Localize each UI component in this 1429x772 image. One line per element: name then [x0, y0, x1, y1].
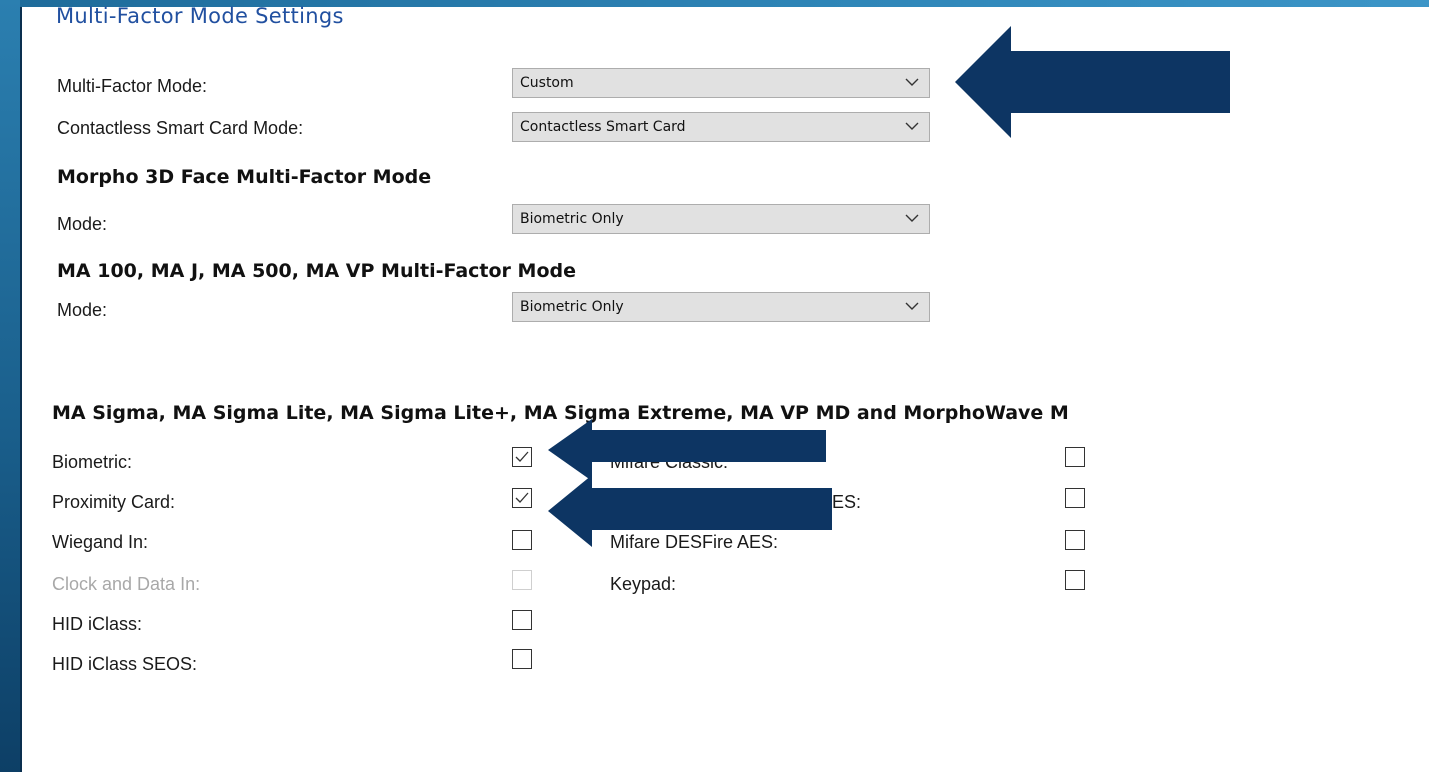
- hid-iclass-seos-checkbox[interactable]: [512, 649, 532, 669]
- hid-iclass-seos-label: HID iClass SEOS:: [52, 654, 198, 674]
- contactless-mode-select[interactable]: Contactless Smart Card: [512, 112, 930, 142]
- ma100-mode-value: Biometric Only: [520, 299, 624, 315]
- morpho3d-mode-value: Biometric Only: [520, 211, 624, 227]
- biometric-checkbox[interactable]: [512, 447, 532, 467]
- arrow-left-icon: [955, 26, 1230, 138]
- checkmark-icon: [515, 451, 529, 462]
- morpho3d-heading: Morpho 3D Face Multi-Factor Mode: [57, 166, 432, 188]
- chevron-down-icon: [905, 302, 919, 310]
- hid-iclass-checkbox[interactable]: [512, 610, 532, 630]
- wiegand-in-label: Wiegand In:: [52, 532, 149, 552]
- ma100-mode-select[interactable]: Biometric Only: [512, 292, 930, 322]
- proximity-card-label: Proximity Card:: [52, 492, 176, 512]
- contactless-mode-label: Contactless Smart Card Mode:: [57, 118, 304, 138]
- mifare-classic-checkbox[interactable]: [1065, 447, 1085, 467]
- biometric-label: Biometric:: [52, 452, 133, 472]
- page-title: Multi-Factor Mode Settings: [56, 4, 344, 28]
- multi-factor-mode-value: Custom: [520, 75, 574, 91]
- chevron-down-icon: [905, 122, 919, 130]
- frame-left-edge: [20, 7, 22, 772]
- keypad-label: Keypad:: [610, 574, 677, 594]
- ma100-mode-label: Mode:: [57, 300, 108, 320]
- keypad-checkbox[interactable]: [1065, 570, 1085, 590]
- checkmark-icon: [515, 492, 529, 503]
- clock-data-in-label: Clock and Data In:: [52, 574, 201, 594]
- hid-iclass-label: HID iClass:: [52, 614, 143, 634]
- ma100-heading: MA 100, MA J, MA 500, MA VP Multi-Factor…: [57, 260, 576, 282]
- contactless-mode-value: Contactless Smart Card: [520, 119, 686, 135]
- mifare-desfire-label: ES:: [832, 492, 862, 512]
- mifare-desfire-aes-checkbox[interactable]: [1065, 530, 1085, 550]
- clock-data-in-checkbox: [512, 570, 532, 590]
- multi-factor-mode-label: Multi-Factor Mode:: [57, 76, 208, 96]
- multi-factor-mode-select[interactable]: Custom: [512, 68, 930, 98]
- arrow-left-icon: [548, 419, 826, 481]
- morpho3d-mode-select[interactable]: Biometric Only: [512, 204, 930, 234]
- wiegand-in-checkbox[interactable]: [512, 530, 532, 550]
- chevron-down-icon: [905, 214, 919, 222]
- proximity-card-checkbox[interactable]: [512, 488, 532, 508]
- arrow-left-icon: [548, 475, 832, 547]
- morpho3d-mode-label: Mode:: [57, 214, 108, 234]
- chevron-down-icon: [905, 78, 919, 86]
- frame-left-band: [0, 0, 20, 772]
- mifare-desfire-checkbox[interactable]: [1065, 488, 1085, 508]
